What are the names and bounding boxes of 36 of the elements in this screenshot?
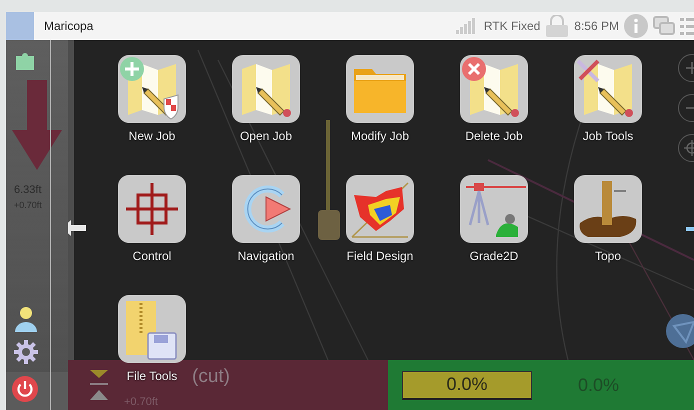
map-pencil-icon (232, 55, 300, 123)
cut-fill-icon (90, 370, 108, 400)
app-button[interactable]: Grade2D (460, 175, 528, 269)
user-icon[interactable] (14, 306, 38, 332)
zip-file-icon (118, 295, 186, 363)
app-button[interactable]: Topo (574, 175, 642, 269)
down-arrow-icon (12, 80, 62, 170)
grade-reading: 0.0% (402, 370, 532, 400)
clock-time: 8:56 PM (574, 19, 619, 33)
compass-icon[interactable] (666, 314, 694, 348)
app-button[interactable]: Delete Job (460, 55, 528, 149)
gps-status: RTK Fixed (484, 19, 540, 33)
tripod-icon (460, 175, 528, 243)
app-button[interactable]: Job Tools (574, 55, 642, 149)
app-button[interactable]: Navigation (232, 175, 300, 269)
navigation-icon (232, 175, 300, 243)
app-button[interactable]: Modify Job (346, 55, 414, 149)
window-title: Maricopa (44, 19, 94, 33)
puzzle-icon[interactable] (14, 50, 36, 72)
left-arrow-icon[interactable] (68, 220, 86, 236)
app-button[interactable]: Field Design (346, 175, 414, 269)
post-icon (574, 175, 642, 243)
app-button[interactable]: Open Job (232, 55, 300, 149)
signal-icon (456, 18, 478, 34)
heatmap-icon (346, 175, 414, 243)
app-button[interactable]: Control (118, 175, 186, 269)
lock-icon (545, 15, 570, 37)
app-button[interactable]: File Tools (118, 295, 186, 389)
crosshair-icon (118, 175, 186, 243)
power-icon[interactable] (12, 376, 38, 402)
map-tools-icon (574, 55, 642, 123)
app-button[interactable]: New Job (118, 55, 186, 149)
cut-label: (cut) (192, 366, 230, 388)
folder-icon (346, 55, 414, 123)
map-add-icon (118, 55, 186, 123)
map-delete-icon (460, 55, 528, 123)
